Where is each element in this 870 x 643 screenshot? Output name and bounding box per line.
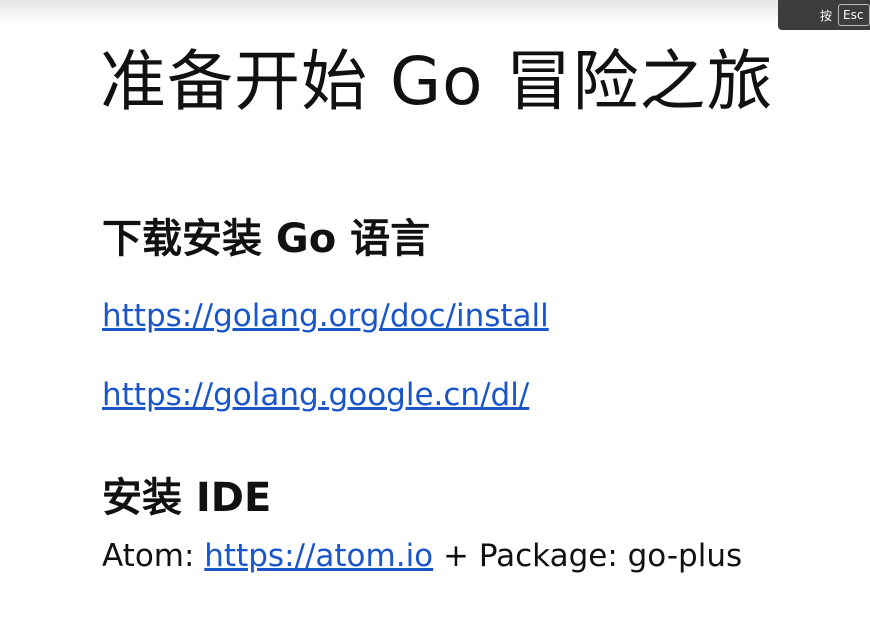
- link-golang-install[interactable]: https://golang.org/doc/install: [102, 298, 549, 334]
- link-golang-download[interactable]: https://golang.google.cn/dl/: [102, 377, 529, 413]
- exit-fullscreen-hint[interactable]: 按 Esc: [778, 0, 870, 30]
- exit-hint-text: 按: [819, 8, 832, 23]
- video-top-shade: [0, 0, 870, 26]
- heading-install-ide: 安装 IDE: [102, 475, 272, 521]
- slide: 按 Esc 准备开始 Go 冒险之旅 下载安装 Go 语言 https://go…: [0, 0, 870, 643]
- atom-line: Atom: https://atom.io + Package: go-plus: [102, 538, 742, 574]
- atom-suffix: + Package: go-plus: [433, 538, 743, 574]
- esc-key-badge[interactable]: Esc: [838, 4, 870, 26]
- heading-install-go: 下载安装 Go 语言: [102, 216, 431, 262]
- link-atom[interactable]: https://atom.io: [204, 538, 433, 574]
- atom-prefix: Atom:: [102, 538, 205, 574]
- slide-title: 准备开始 Go 冒险之旅: [100, 43, 774, 120]
